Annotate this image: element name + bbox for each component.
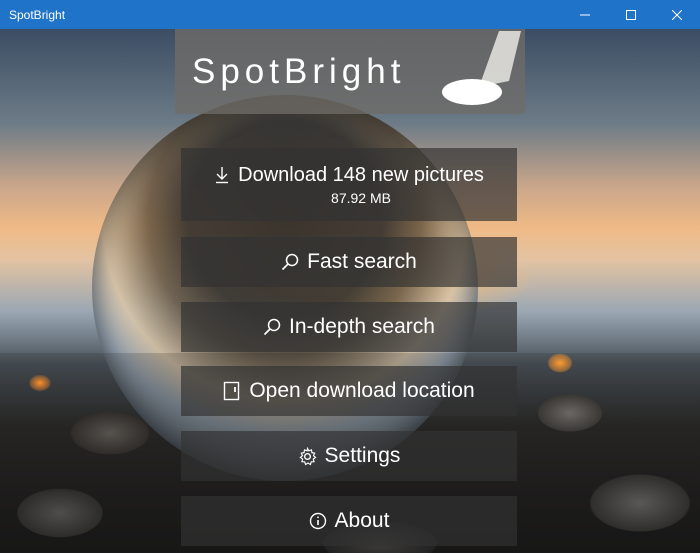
minimize-button[interactable] (562, 0, 608, 29)
about-button[interactable]: About (181, 496, 517, 546)
app-logo-banner: SpotBright (175, 29, 525, 114)
folder-open-icon (223, 381, 241, 401)
search-icon (263, 318, 281, 336)
download-button[interactable]: Download 148 new pictures 87.92 MB (181, 148, 517, 221)
maximize-button[interactable] (608, 0, 654, 29)
gear-icon (298, 446, 317, 466)
download-icon (214, 166, 230, 184)
info-icon (309, 512, 327, 530)
search-icon (281, 253, 299, 271)
minimize-icon (580, 14, 590, 15)
title-bar: SpotBright (0, 0, 700, 29)
close-button[interactable] (654, 0, 700, 29)
app-logo-text: SpotBright (192, 51, 406, 91)
open-location-button[interactable]: Open download location (181, 366, 517, 416)
maximize-icon (626, 9, 636, 20)
open-location-label: Open download location (249, 379, 475, 402)
settings-label: Settings (324, 444, 401, 467)
spotlight-icon (442, 31, 521, 105)
close-icon (672, 9, 682, 20)
fast-search-button[interactable]: Fast search (181, 237, 517, 287)
window-title: SpotBright (9, 7, 66, 22)
window-controls (562, 0, 700, 29)
download-label: Download 148 new pictures (238, 163, 484, 186)
about-label: About (334, 509, 390, 532)
download-size: 87.92 MB (331, 189, 391, 206)
settings-button[interactable]: Settings (181, 431, 517, 481)
indepth-search-label: In-depth search (289, 315, 435, 338)
indepth-search-button[interactable]: In-depth search (181, 302, 517, 352)
fast-search-label: Fast search (307, 250, 417, 273)
